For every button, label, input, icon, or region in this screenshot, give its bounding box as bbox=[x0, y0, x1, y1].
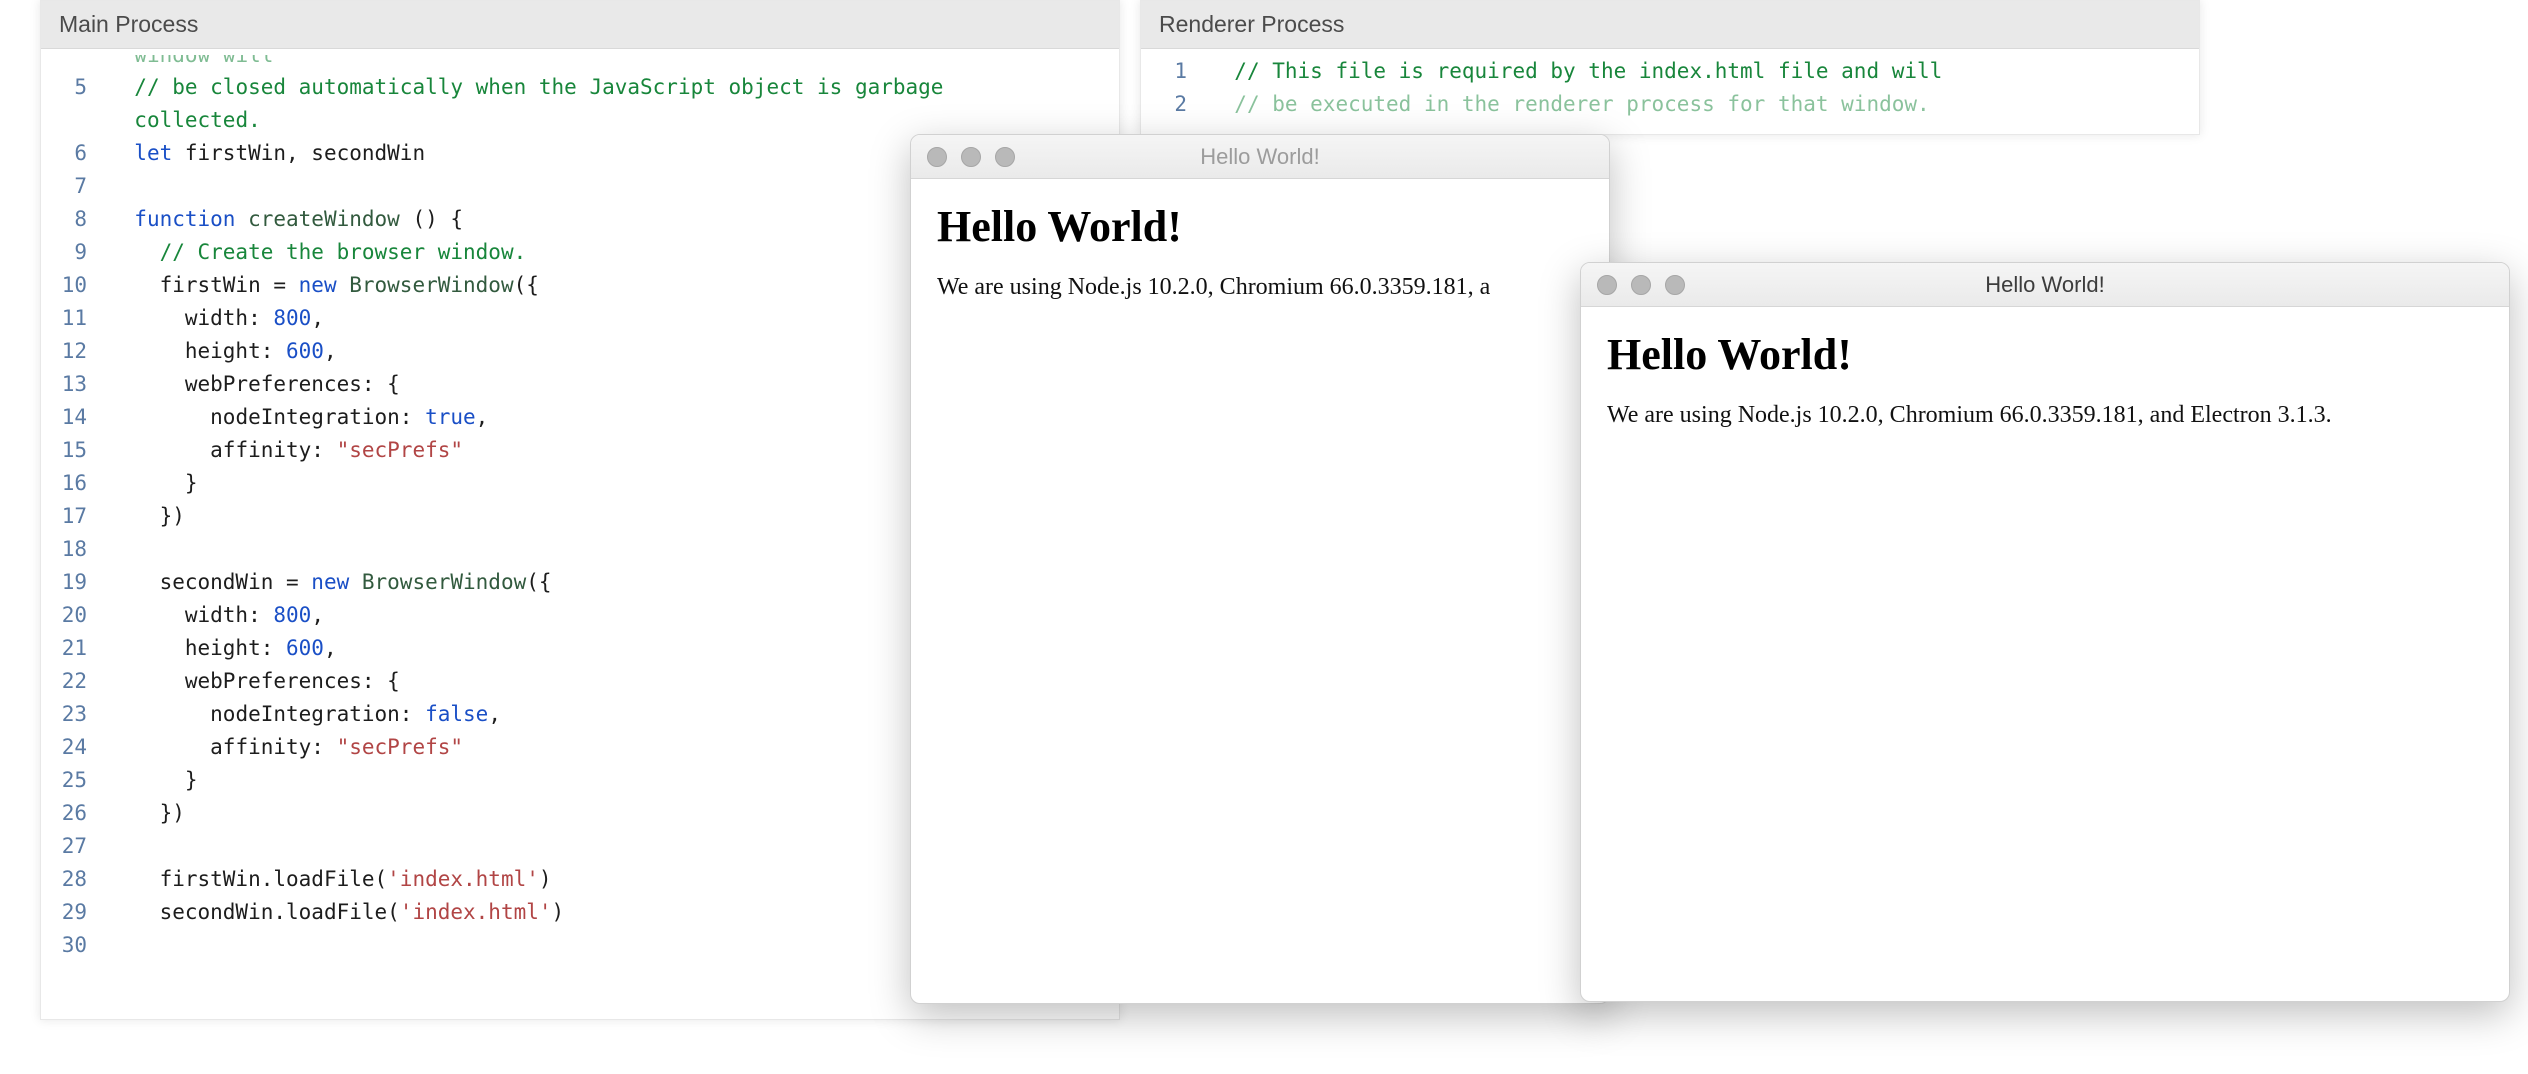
app-window-2[interactable]: Hello World! Hello World! We are using N… bbox=[1580, 262, 2510, 1002]
version-text: We are using Node.js 10.2.0, Chromium 66… bbox=[1607, 402, 2483, 429]
window-body: Hello World! We are using Node.js 10.2.0… bbox=[911, 179, 1609, 323]
close-icon[interactable] bbox=[927, 147, 947, 167]
panel-title: Renderer Process bbox=[1141, 1, 2199, 49]
maximize-icon[interactable] bbox=[995, 147, 1015, 167]
window-controls bbox=[1581, 275, 1685, 295]
window-title: Hello World! bbox=[911, 144, 1609, 170]
code-content[interactable]: window will // be closed automatically w… bbox=[109, 55, 943, 962]
close-icon[interactable] bbox=[1597, 275, 1617, 295]
panel-title: Main Process bbox=[41, 1, 1119, 49]
line-number-gutter: 12 bbox=[1141, 55, 1209, 121]
window-controls bbox=[911, 147, 1015, 167]
version-text: We are using Node.js 10.2.0, Chromium 66… bbox=[937, 274, 1583, 301]
code-content[interactable]: // This file is required by the index.ht… bbox=[1209, 55, 1942, 121]
window-titlebar[interactable]: Hello World! bbox=[1581, 263, 2509, 307]
page-heading: Hello World! bbox=[1607, 329, 2483, 380]
window-body: Hello World! We are using Node.js 10.2.0… bbox=[1581, 307, 2509, 451]
window-titlebar[interactable]: Hello World! bbox=[911, 135, 1609, 179]
renderer-code-editor[interactable]: 12 // This file is required by the index… bbox=[1141, 49, 2199, 121]
window-title: Hello World! bbox=[1581, 272, 2509, 298]
minimize-icon[interactable] bbox=[961, 147, 981, 167]
line-number-gutter: 5 67891011121314151617181920212223242526… bbox=[41, 55, 109, 962]
renderer-process-panel: Renderer Process 12 // This file is requ… bbox=[1140, 0, 2200, 135]
app-window-1[interactable]: Hello World! Hello World! We are using N… bbox=[910, 134, 1610, 1004]
maximize-icon[interactable] bbox=[1665, 275, 1685, 295]
minimize-icon[interactable] bbox=[1631, 275, 1651, 295]
page-heading: Hello World! bbox=[937, 201, 1583, 252]
